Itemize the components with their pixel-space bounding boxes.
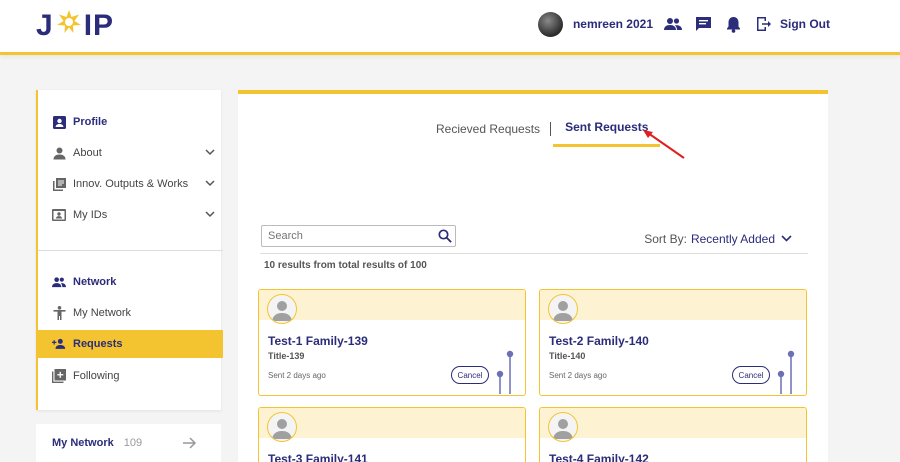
profile-icon (52, 115, 66, 129)
sidebar-item-my-ids[interactable]: My IDs (38, 201, 223, 229)
avatar-placeholder-icon[interactable] (267, 412, 297, 442)
card-name[interactable]: Test-4 Family-142 (549, 452, 649, 462)
sidebar-item-requests[interactable]: Requests (38, 330, 223, 358)
logo-text-right: IP (83, 9, 115, 42)
my-network-label: My Network (52, 437, 114, 449)
card-sent-time: Sent 2 days ago (268, 371, 326, 380)
cancel-button[interactable]: Cancel (451, 366, 489, 384)
sidebar-item-innov-outputs[interactable]: Innov. Outputs & Works (38, 170, 223, 198)
header-actions: nemreen 2021 Sign Out (537, 10, 830, 38)
chevron-down-icon[interactable] (205, 147, 215, 160)
request-card: Test-2 Family-140 Title-140 Sent 2 days … (539, 289, 807, 396)
sidebar-item-label: My Network (73, 307, 132, 319)
person-add-icon (52, 337, 66, 351)
sidebar-divider (38, 250, 223, 251)
id-card-icon (52, 208, 66, 222)
sort-label: Sort By: (644, 232, 687, 246)
request-card: Test-3 Family-141 (258, 407, 526, 462)
chevron-down-icon[interactable] (205, 209, 215, 222)
request-card: Test-1 Family-139 Title-139 Sent 2 days … (258, 289, 526, 396)
card-title: Title-140 (549, 351, 586, 361)
card-name[interactable]: Test-1 Family-139 (268, 334, 368, 348)
signout-icon[interactable] (753, 14, 773, 34)
people-icon (52, 275, 66, 289)
user-avatar[interactable] (537, 11, 563, 37)
arrow-right-icon[interactable] (183, 437, 197, 452)
results-divider (260, 253, 808, 254)
sidebar-item-label: Profile (73, 116, 108, 128)
card-name[interactable]: Test-3 Family-141 (268, 452, 368, 462)
search-input[interactable] (262, 230, 432, 242)
add-box-icon (52, 369, 66, 383)
card-header (540, 408, 806, 438)
request-card: Test-4 Family-142 (539, 407, 807, 462)
results-count: 10 results from total results of 100 (264, 260, 427, 271)
my-network-count: 109 (123, 437, 143, 449)
signout-link[interactable]: Sign Out (780, 17, 830, 31)
sidebar-item-about[interactable]: About (38, 139, 223, 167)
main-panel: Recieved Requests Sent Requests Sort By:… (238, 90, 828, 462)
avatar-placeholder-icon[interactable] (548, 412, 578, 442)
request-tabs: Recieved Requests Sent Requests (428, 120, 661, 147)
people-icon[interactable] (663, 14, 683, 34)
sidebar-item-label: Network (73, 276, 117, 288)
sidebar-item-following[interactable]: Following (38, 362, 223, 390)
cancel-button[interactable]: Cancel (732, 366, 770, 384)
sidebar-item-my-network[interactable]: My Network (38, 299, 223, 327)
avatar-placeholder-icon[interactable] (548, 294, 578, 324)
sidebar-item-network[interactable]: Network (38, 268, 223, 296)
person-icon (52, 146, 66, 160)
tab-separator (550, 121, 552, 136)
pin-decoration-icon (495, 348, 515, 395)
sidebar-item-label: My IDs (73, 209, 108, 221)
card-header (259, 290, 525, 320)
card-name[interactable]: Test-2 Family-140 (549, 334, 649, 348)
logo-star-icon (56, 9, 82, 43)
sidebar-item-profile[interactable]: Profile (38, 108, 223, 136)
library-icon (52, 177, 66, 191)
pin-decoration-icon (776, 348, 796, 395)
my-network-summary[interactable]: My Network 109 (36, 424, 221, 462)
joip-logo[interactable]: J IP (36, 8, 114, 44)
username-label[interactable]: nemreen 2021 (573, 17, 653, 31)
search-icon[interactable] (438, 229, 452, 248)
logo-text-left: J (36, 9, 54, 42)
chevron-down-icon[interactable] (781, 232, 792, 246)
chevron-down-icon[interactable] (205, 178, 215, 191)
accessibility-icon (52, 306, 66, 320)
search-box (261, 225, 456, 247)
sidebar-item-label: About (73, 147, 102, 159)
sidebar-item-label: Following (73, 370, 120, 382)
bell-icon[interactable] (723, 14, 743, 34)
card-sent-time: Sent 2 days ago (549, 371, 607, 380)
sort-value[interactable]: Recently Added (691, 232, 775, 246)
card-title: Title-139 (268, 351, 305, 361)
chat-icon[interactable] (693, 14, 713, 34)
card-header (259, 408, 525, 438)
top-header: J IP nemreen 2021 Sign Out (0, 0, 900, 55)
sidebar-item-label: Requests (73, 338, 123, 350)
sidebar: Profile About Innov. Outputs & Works My … (36, 90, 223, 410)
annotation-arrow-icon (640, 128, 690, 167)
sidebar-item-label: Innov. Outputs & Works (73, 178, 189, 190)
tab-received-requests[interactable]: Recieved Requests (428, 122, 548, 146)
avatar-placeholder-icon[interactable] (267, 294, 297, 324)
card-header (540, 290, 806, 320)
sort-control[interactable]: Sort By: Recently Added (644, 232, 792, 246)
